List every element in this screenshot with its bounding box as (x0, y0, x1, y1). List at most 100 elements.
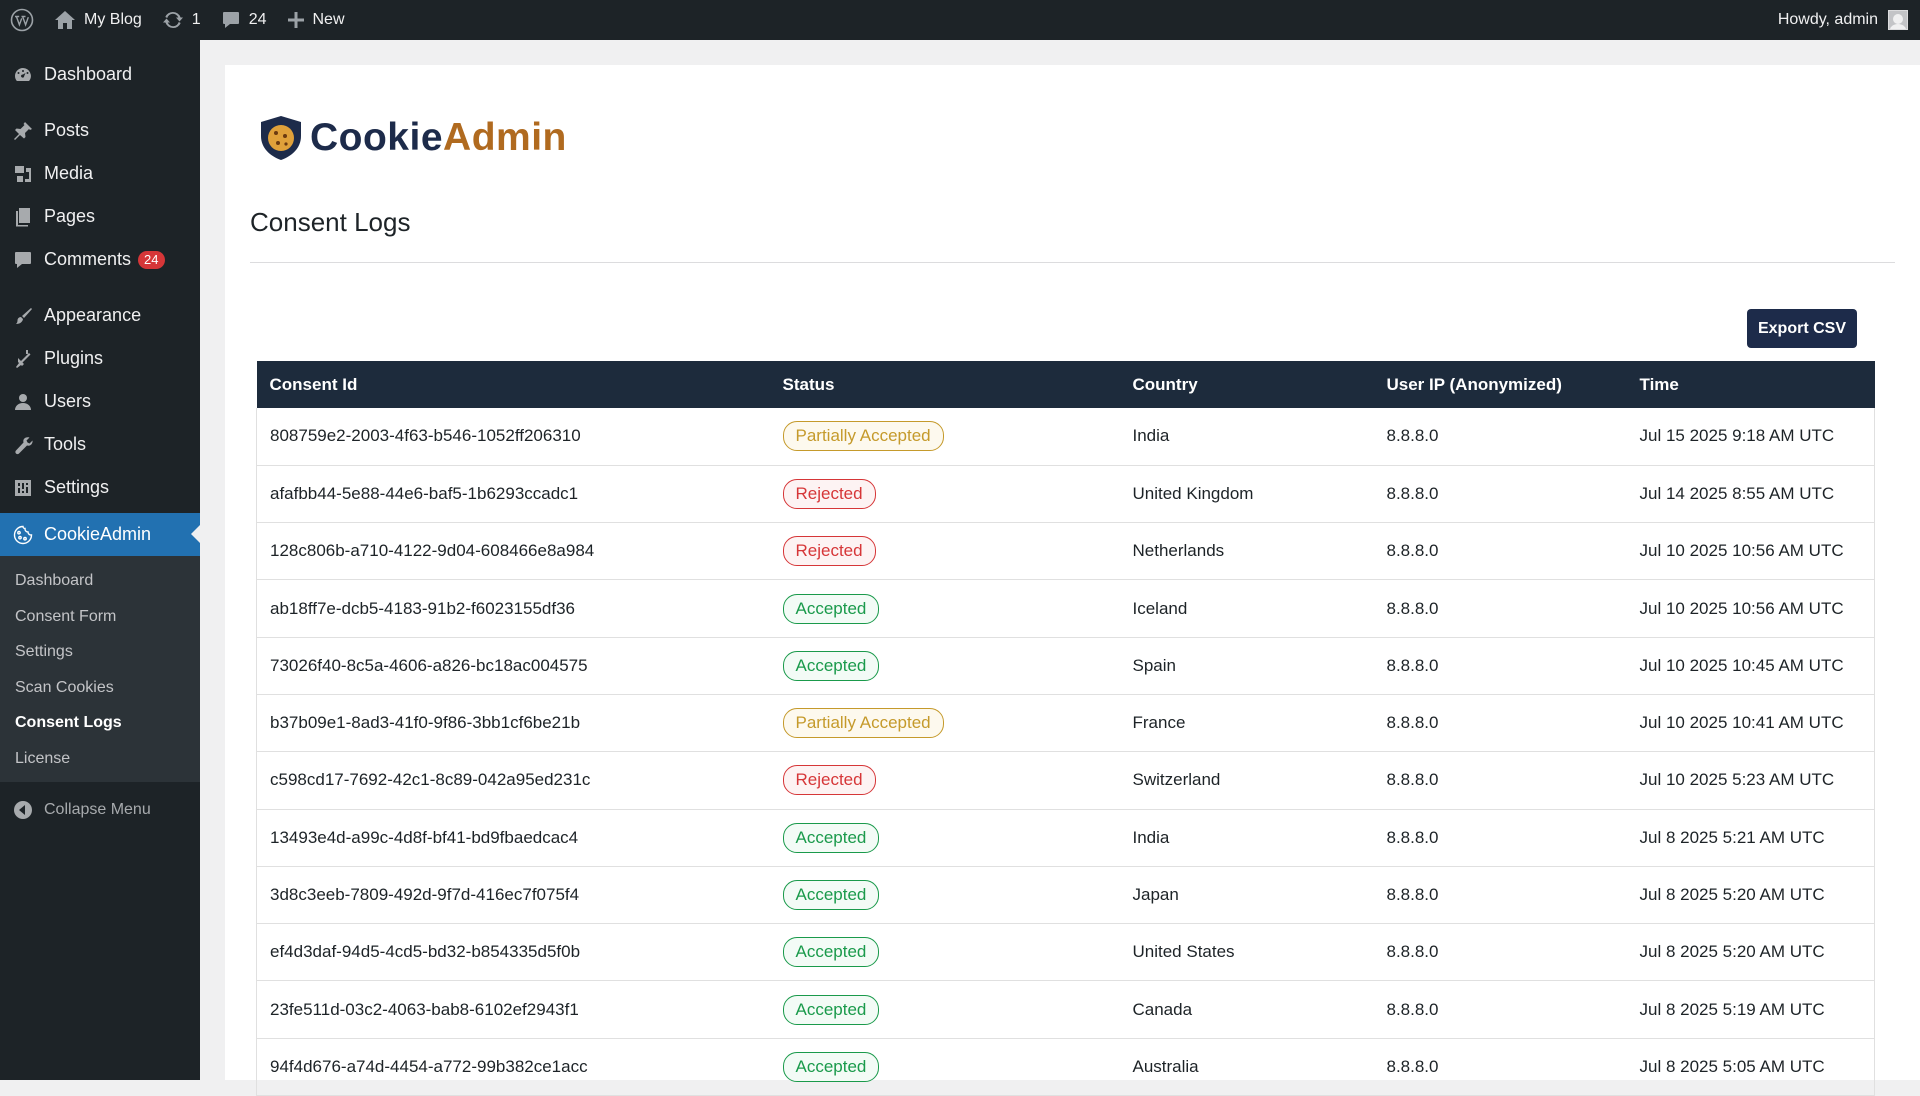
user-ip-cell: 8.8.8.0 (1373, 408, 1627, 466)
table-row: 23fe511d-03c2-4063-bab8-6102ef2943f1 Acce… (256, 980, 1875, 1039)
time-cell: Jul 10 2025 5:23 AM UTC (1626, 751, 1875, 810)
comment-icon (12, 249, 34, 271)
sidebar-item-cookieadmin[interactable]: CookieAdmin (0, 513, 200, 556)
sidebar-item-label: Dashboard (44, 64, 133, 84)
user-ip-cell: 8.8.8.0 (1373, 579, 1627, 638)
admin-bar: My Blog 1 24 New Howdy, admin (0, 0, 1920, 40)
country-cell: India (1119, 809, 1374, 867)
table-row: 73026f40-8c5a-4606-a826-bc18ac004575 Acce… (256, 637, 1875, 695)
consent-id-cell: 13493e4d-a99c-4d8f-bf41-bd9fbaedcac4 (256, 809, 770, 867)
status-badge: Accepted (782, 1051, 880, 1082)
user-ip-cell: 8.8.8.0 (1373, 1038, 1627, 1096)
status-cell: Partially Accepted (769, 694, 1120, 753)
sidebar-item-media[interactable]: Media (0, 152, 200, 195)
account-menu[interactable]: Howdy, admin (1778, 10, 1920, 30)
submenu-consent-form[interactable]: Consent Form (0, 599, 200, 635)
column-header-user-ip: User IP (Anonymized) (1373, 361, 1627, 408)
wrench-icon (12, 434, 34, 456)
cookie-icon (12, 524, 34, 546)
column-header-time: Time (1626, 361, 1875, 408)
country-cell: United States (1119, 923, 1374, 982)
media-icon (12, 163, 34, 185)
submenu-dashboard[interactable]: Dashboard (0, 563, 200, 599)
sidebar-item-plugins[interactable]: Plugins (0, 337, 200, 380)
updates-count: 1 (191, 11, 201, 28)
column-header-consent-id: Consent Id (256, 361, 770, 408)
submenu-settings[interactable]: Settings (0, 634, 200, 670)
sidebar-item-label: Posts (44, 120, 90, 140)
brush-icon (12, 305, 34, 327)
main-content: CookieAdmin Consent Logs Export CSV Cons… (225, 65, 1920, 1096)
sidebar-item-label: Users (44, 391, 92, 411)
status-badge: Rejected (782, 478, 876, 509)
status-badge: Accepted (782, 937, 880, 968)
column-header-country: Country (1119, 361, 1374, 408)
user-ip-cell: 8.8.8.0 (1373, 465, 1627, 524)
updates-icon (162, 11, 183, 29)
sidebar-item-posts[interactable]: Posts (0, 109, 200, 152)
table-row: 13493e4d-a99c-4d8f-bf41-bd9fbaedcac4 Acce… (256, 809, 1875, 867)
consent-logs-table: Consent Id Status Country User IP (Anony… (256, 361, 1875, 1096)
status-badge: Partially Accepted (782, 421, 944, 452)
table-header-row: Consent Id Status Country User IP (Anony… (256, 361, 1875, 408)
submenu-license[interactable]: License (0, 741, 200, 777)
sidebar-item-dashboard[interactable]: Dashboard (0, 53, 200, 96)
table-row: b37b09e1-8ad3-41f0-9f86-3bb1cf6be21b Part… (256, 694, 1875, 753)
new-label: New (312, 11, 345, 28)
status-cell: Rejected (769, 465, 1120, 524)
submenu-consent-logs[interactable]: Consent Logs (0, 705, 200, 741)
consent-id-cell: 73026f40-8c5a-4606-a826-bc18ac004575 (256, 637, 770, 695)
export-csv-button[interactable]: Export CSV (1747, 309, 1857, 348)
plus-icon (287, 12, 304, 28)
time-cell: Jul 8 2025 5:20 AM UTC (1626, 866, 1875, 925)
sidebar-item-label: Plugins (44, 348, 104, 368)
time-cell: Jul 10 2025 10:56 AM UTC (1626, 579, 1875, 638)
consent-id-cell: ab18ff7e-dcb5-4183-91b2-f6023155df36 (256, 579, 770, 638)
logo-wordmark: CookieAdmin (310, 116, 567, 159)
site-name-label: My Blog (84, 11, 142, 28)
status-badge: Accepted (782, 650, 880, 681)
dashboard-icon (12, 64, 34, 86)
table-row: 94f4d676-a74d-4454-a772-99b382ce1acc Acce… (256, 1038, 1875, 1096)
country-cell: Australia (1119, 1038, 1374, 1096)
pin-icon (12, 120, 34, 142)
status-cell: Accepted (769, 637, 1120, 695)
time-cell: Jul 10 2025 10:45 AM UTC (1626, 637, 1875, 695)
consent-id-cell: 808759e2-2003-4f63-b546-1052ff206310 (256, 408, 770, 466)
time-cell: Jul 8 2025 5:20 AM UTC (1626, 923, 1875, 982)
time-cell: Jul 8 2025 5:19 AM UTC (1626, 980, 1875, 1039)
sidebar-item-label: Settings (44, 477, 110, 497)
sidebar-item-users[interactable]: Users (0, 380, 200, 423)
sidebar-item-settings[interactable]: Settings (0, 466, 200, 509)
column-header-status: Status (769, 361, 1120, 408)
settings-icon (12, 477, 34, 499)
plugin-icon (12, 348, 34, 370)
submenu-scan-cookies[interactable]: Scan Cookies (0, 670, 200, 706)
pages-icon (12, 206, 34, 228)
status-badge: Rejected (782, 536, 876, 567)
country-cell: Canada (1119, 980, 1374, 1039)
table-row: ab18ff7e-dcb5-4183-91b2-f6023155df36 Acce… (256, 579, 1875, 638)
sidebar-item-comments[interactable]: Comments 24 (0, 238, 200, 281)
user-ip-cell: 8.8.8.0 (1373, 694, 1627, 753)
country-cell: France (1119, 694, 1374, 753)
status-cell: Accepted (769, 980, 1120, 1039)
sidebar-item-tools[interactable]: Tools (0, 423, 200, 466)
wordpress-logo-icon[interactable] (0, 0, 44, 40)
user-ip-cell: 8.8.8.0 (1373, 637, 1627, 695)
collapse-menu-button[interactable]: Collapse Menu (0, 787, 200, 832)
sidebar-item-label: Appearance (44, 305, 142, 325)
time-cell: Jul 14 2025 8:55 AM UTC (1626, 465, 1875, 524)
site-name-link[interactable]: My Blog (44, 0, 152, 40)
avatar (1888, 10, 1908, 30)
consent-id-cell: c598cd17-7692-42c1-8c89-042a95ed231c (256, 751, 770, 810)
sidebar-item-pages[interactable]: Pages (0, 195, 200, 238)
consent-id-cell: ef4d3daf-94d5-4cd5-bd32-b854335d5f0b (256, 923, 770, 982)
sidebar-item-appearance[interactable]: Appearance (0, 294, 200, 337)
consent-id-cell: afafbb44-5e88-44e6-baf5-1b6293ccadc1 (256, 465, 770, 524)
status-badge: Accepted (782, 822, 880, 853)
country-cell: Iceland (1119, 579, 1374, 638)
updates-link[interactable]: 1 (152, 0, 211, 40)
comments-link[interactable]: 24 (211, 0, 277, 40)
new-content-link[interactable]: New (277, 0, 355, 40)
